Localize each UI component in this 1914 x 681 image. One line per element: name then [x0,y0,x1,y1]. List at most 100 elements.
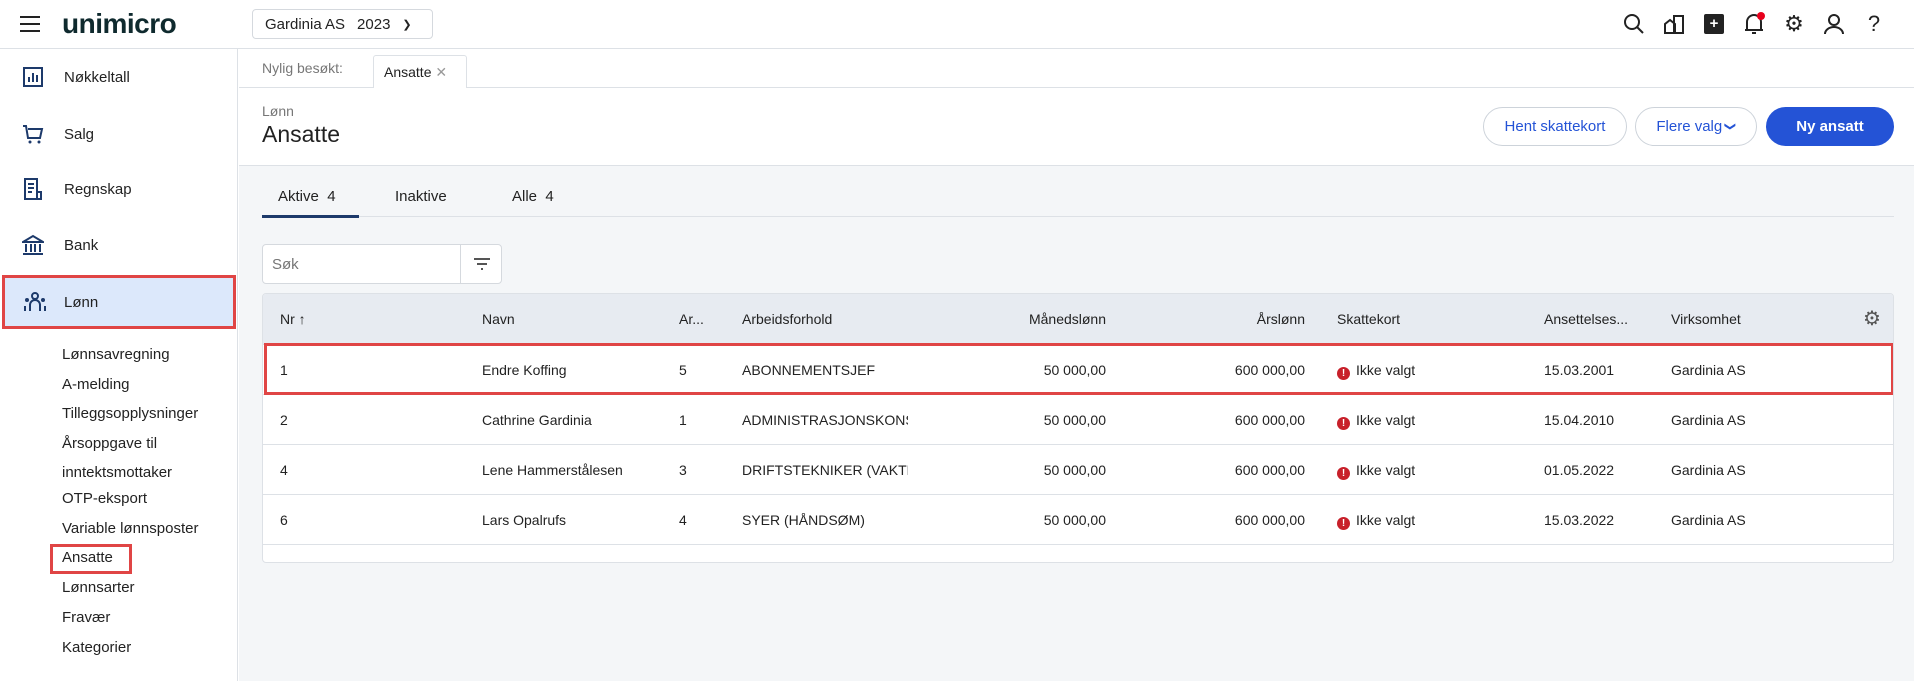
cell-text: Gardinia AS [1671,412,1746,428]
sidebar-item-lonn[interactable]: Lønn [2,275,236,329]
table-row[interactable]: 4 Lene Hammerstålesen 3 DRIFTSTEKNIKER (VAK… [263,444,1893,495]
settings-icon[interactable]: ⚙ [1780,10,1808,38]
page-title: Ansatte [262,121,340,147]
cell-text: 5 [679,362,687,378]
cell-manedslonn: 50 000,00 [1006,345,1106,395]
cell-nr: 4 [280,445,288,495]
table-row[interactable]: 1 Endre Koffing 5 ABONNEMENTSJEF 50 000,00 60… [263,344,1893,395]
column-header-ar[interactable]: Ar... [679,294,704,344]
cell-text: Ikke valgt [1356,412,1416,428]
menu-icon[interactable] [20,16,40,32]
cell-text: Cathrine Gardinia [482,412,592,428]
search-input[interactable] [263,245,461,283]
sidebar-item-label: Regnskap [64,180,132,198]
company-selector[interactable]: Gardinia AS 2023 ❯ [252,9,433,39]
cell-text: 50 000,00 [1043,362,1106,378]
recent-tab-ansatte[interactable]: Ansatte ✕ [373,55,467,89]
cell-text: 4 [280,462,288,478]
add-icon[interactable]: + [1700,10,1728,38]
cell-text: 600 000,00 [1234,512,1305,528]
page-header: Lønn Ansatte Hent skattekort Flere valg … [239,88,1914,166]
tab-alle[interactable]: Alle 4 [512,188,554,205]
cell-manedslonn: 50 000,00 [1006,495,1106,545]
sidebar-item-nokkeltall[interactable]: Nøkkeltall [2,51,236,103]
subnav-a-melding[interactable]: A-melding [62,370,130,400]
column-header-virksomhet[interactable]: Virksomhet [1671,294,1741,344]
cell-skattekort: ! Ikke valgt [1337,495,1415,545]
cell-manedslonn: 50 000,00 [1006,445,1106,495]
cell-virksomhet: Gardinia AS [1671,345,1746,395]
cell-arbeidsforhold: ABONNEMENTSJEF [742,345,908,395]
cell-ansettelsesdato: 01.05.2022 [1544,445,1614,495]
recent-tab-label: Ansatte [384,64,432,80]
cell-text: 15.03.2001 [1544,362,1615,378]
cell-virksomhet: Gardinia AS [1671,445,1746,495]
cell-text: Lars Opalrufs [482,512,567,528]
logo[interactable]: unimicro [62,8,177,40]
subnav-arsoppgave[interactable]: Årsoppgave til inntektsmottaker [62,429,222,487]
cell-text: 15.03.2022 [1544,512,1615,528]
cell-text: 1 [280,362,288,378]
cell-arbeidsforhold: SYER (HÅNDSØM) [742,495,908,545]
cell-ar: 4 [679,495,687,545]
user-icon[interactable] [1820,10,1848,38]
active-subnav-highlight [50,544,132,574]
company-name: Gardinia AS [265,15,346,33]
tab-label: Aktive [278,188,319,205]
subnav-tilleggsopplysninger[interactable]: Tilleggsopplysninger [62,399,198,429]
cell-arslonn: 600 000,00 [1205,345,1305,395]
new-employee-button[interactable]: Ny ansatt [1766,107,1894,146]
settings-icon[interactable]: ⚙ [1863,294,1881,344]
bell-icon[interactable] [1740,10,1768,38]
cell-navn: Cathrine Gardinia [482,395,592,445]
more-options-button[interactable]: Flere valg ❯ [1635,107,1757,146]
help-icon[interactable]: ? [1860,10,1888,38]
table-row[interactable]: 6 Lars Opalrufs 4 SYER (HÅNDSØM) 50 000,00 60… [263,494,1893,545]
cell-text: 01.05.2022 [1544,462,1615,478]
subnav-otp-eksport[interactable]: OTP-eksport [62,484,147,514]
column-header-skattekort[interactable]: Skattekort [1337,294,1400,344]
cell-ansettelsesdato: 15.04.2010 [1544,395,1614,445]
column-header-manedslonn[interactable]: Månedslønn [1006,294,1106,344]
fetch-tax-card-button[interactable]: Hent skattekort [1483,107,1627,146]
tab-count: 4 [545,188,554,205]
company-building-icon[interactable] [1660,10,1688,38]
column-header-arslonn[interactable]: Årslønn [1205,294,1305,344]
cell-ar: 1 [679,395,687,445]
subnav-kategorier[interactable]: Kategorier [62,633,131,663]
cell-arslonn: 600 000,00 [1205,395,1305,445]
sidebar: Nøkkeltall Salg Regnskap Bank Lønn Lønns… [0,49,238,681]
active-tab-indicator [262,215,359,218]
subnav-fravaer[interactable]: Fravær [62,603,110,633]
cell-nr: 6 [280,495,288,545]
column-header-ansettelsesdato[interactable]: Ansettelses... [1544,294,1628,344]
sidebar-item-regnskap[interactable]: Regnskap [2,163,236,215]
sidebar-item-bank[interactable]: Bank [2,219,236,271]
tab-aktive[interactable]: Aktive 4 [278,188,336,205]
cell-text: Ikke valgt [1356,512,1416,528]
recent-label: Nylig besøkt: [262,60,343,76]
cell-navn: Lars Opalrufs [482,495,566,545]
search-icon[interactable] [1620,10,1648,38]
column-header-nr[interactable]: Nr ↑ [280,294,306,344]
subnav-lonnsarter[interactable]: Lønnsarter [62,573,135,603]
cell-text: 50 000,00 [1043,412,1106,428]
column-header-arbeidsforhold[interactable]: Arbeidsforhold [742,294,832,344]
table-row[interactable]: 2 Cathrine Gardinia 1 ADMINISTRASJONSKONSUL… [263,394,1893,445]
subnav-variable-lonnsposter[interactable]: Variable lønnsposter [62,514,198,544]
chevron-down-icon: ❯ [402,18,412,31]
close-icon[interactable]: ✕ [435,64,447,80]
cell-arslonn: 600 000,00 [1205,495,1305,545]
column-header-navn[interactable]: Navn [482,294,515,344]
cell-arbeidsforhold: DRIFTSTEKNIKER (VAKTMESTER) [742,445,908,495]
subnav-lonnsavregning[interactable]: Lønnsavregning [62,340,170,370]
sidebar-item-salg[interactable]: Salg [2,108,236,160]
tab-label: Alle [512,188,538,205]
cell-text: 1 [679,412,687,428]
cell-arslonn: 600 000,00 [1205,445,1305,495]
filter-icon[interactable] [473,257,491,275]
cell-text: ABONNEMENTSJEF [742,362,876,378]
breadcrumb[interactable]: Lønn [262,103,294,119]
cell-text: DRIFTSTEKNIKER (VAKTMESTER) [742,462,908,478]
tab-inaktive[interactable]: Inaktive [395,188,447,205]
